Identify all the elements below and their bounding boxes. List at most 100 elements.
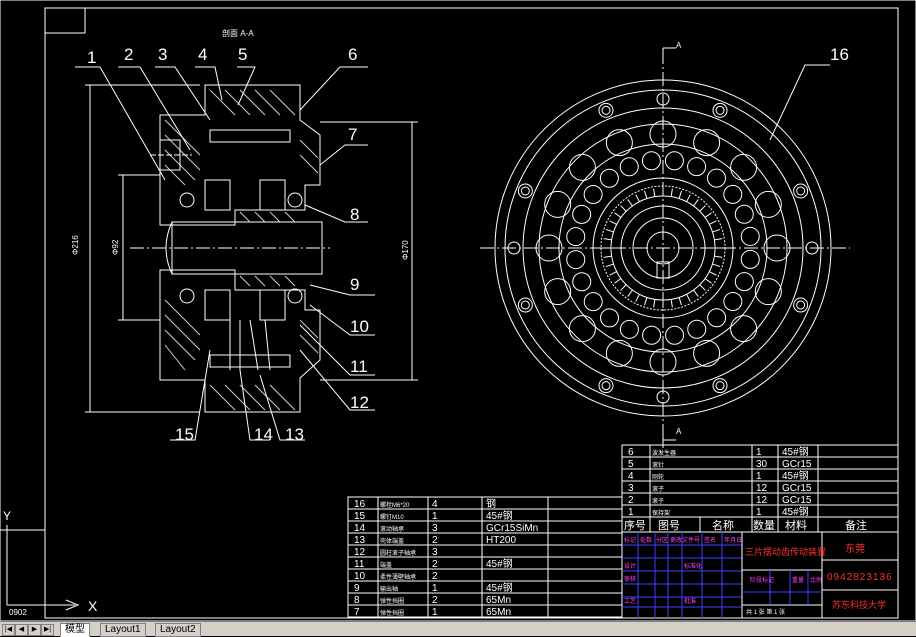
layout-tab-bar: |◀ ◀ ▶ ▶| 模型 Layout1 Layout2	[0, 621, 916, 637]
bom-cell-material: 45#钢	[486, 581, 513, 594]
designer-name: 东莞	[845, 542, 865, 555]
bom-cell-material: 45#钢	[782, 505, 809, 518]
svg-text:工艺: 工艺	[624, 597, 636, 605]
bom-cell-no: 6	[628, 447, 634, 458]
balloon: 12	[350, 393, 369, 412]
bom-cell-material: 钢	[486, 497, 496, 510]
bom-cell-no: 7	[354, 607, 360, 618]
svg-text:处数: 处数	[640, 536, 652, 544]
bom-cell-material: GCr15	[782, 495, 812, 506]
dimension-outer: Φ216	[71, 235, 80, 255]
bom-cell-no: 9	[354, 583, 360, 594]
school-name: 苏东科技大学	[832, 599, 886, 610]
bom-cell-material: GCr15	[782, 459, 812, 470]
balloon: 9	[350, 275, 359, 294]
bom-cell-material: 45#钢	[486, 509, 513, 522]
bom-cell-material: 65Mn	[486, 595, 511, 606]
bom-cell-name: 螺钉M10	[380, 513, 404, 521]
svg-text:阶段标记: 阶段标记	[750, 576, 774, 584]
balloon: 4	[198, 45, 207, 64]
bom-cell-name: 滚针	[652, 461, 664, 469]
bom-cell-no: 11	[354, 559, 365, 570]
bom-cell-qty: 1	[432, 583, 438, 594]
bom-cell-name: 波发生器	[652, 449, 676, 457]
svg-text:标记: 标记	[624, 536, 636, 544]
bom-cell-no: 16	[354, 499, 366, 510]
sheet-number: 共 1 张 第 1 张	[746, 608, 785, 616]
bom-cell-no: 8	[354, 595, 360, 606]
leader-16	[769, 64, 830, 141]
bom-cell-no: 13	[354, 535, 366, 546]
svg-text:审核: 审核	[624, 575, 636, 583]
svg-text:设计: 设计	[624, 562, 636, 570]
bom-cell-qty: 2	[432, 571, 438, 582]
balloon: 1	[87, 48, 96, 67]
balloon: 2	[124, 45, 133, 64]
bom-cell-qty: 12	[756, 483, 768, 494]
last-icon[interactable]: ▶|	[41, 624, 54, 636]
bom-cell-no: 2	[628, 495, 634, 506]
bom-cell-name: 柔性薄壁轴承	[380, 573, 416, 581]
first-icon[interactable]: |◀	[2, 624, 15, 636]
balloon: 10	[350, 317, 369, 336]
bom-cell-material: HT200	[486, 535, 516, 546]
bom-cell-name: 保持架	[652, 509, 670, 517]
bom-cell-material: 45#钢	[782, 469, 809, 482]
bom-cell-qty: 12	[756, 495, 768, 506]
bom-cell-material: 45#钢	[486, 557, 513, 570]
bom-cell-name: 壳体端盖	[380, 537, 404, 545]
bom-cell-material: 45#钢	[782, 445, 809, 458]
bom-cell-name: 滚子	[652, 497, 664, 505]
next-icon[interactable]: ▶	[28, 624, 41, 636]
bom-cell-qty: 4	[432, 499, 438, 510]
bom-cell-no: 1	[628, 507, 634, 518]
ucs-y-label: Y	[3, 509, 11, 523]
bom-cell-qty: 1	[432, 511, 438, 522]
bom-cell-material: GCr15SiMn	[486, 523, 538, 534]
corner-code: 0902	[9, 608, 27, 617]
bom-cell-no: 4	[628, 471, 634, 482]
bom-cell-name: 螺栓M6*20	[380, 501, 410, 509]
svg-text:更改文件号: 更改文件号	[670, 536, 700, 544]
bom-header-drawing: 图号	[658, 519, 680, 532]
cad-drawing: 剖面 A-A Φ216 Φ92 Φ170 1 2 3 4 5 6 7 8 9 1…	[0, 0, 916, 621]
ucs-x-label: X	[88, 598, 98, 614]
part-balloons: 1 2 3 4 5 6 7 8 9 10 11 12 13 14 15	[87, 45, 369, 444]
drawing-title: 三片摆动齿传动装置	[745, 546, 826, 557]
bom-cell-no: 5	[628, 459, 634, 470]
bom-header-material: 材料	[785, 518, 807, 532]
bom-header-name: 名称	[712, 518, 734, 532]
prev-icon[interactable]: ◀	[15, 624, 28, 636]
balloon-16: 16	[830, 45, 849, 64]
bom-cell-no: 15	[354, 511, 366, 522]
dimension-height: Φ170	[401, 240, 410, 260]
bom-cell-qty: 3	[432, 547, 438, 558]
svg-text:批准: 批准	[684, 597, 696, 605]
bom-table-left: 16 螺栓M6*20 4 钢 15 螺钉M10 1 45#钢 14 滚动轴承 3 GCr15SiMn 1…	[347, 496, 623, 618]
drawing-canvas[interactable]: 剖面 A-A Φ216 Φ92 Φ170 1 2 3 4 5 6 7 8 9 1…	[0, 0, 916, 621]
svg-text:比例: 比例	[810, 576, 822, 584]
ucs-icon	[6, 525, 80, 611]
balloon: 11	[350, 357, 368, 376]
bom-cell-qty: 2	[432, 535, 438, 546]
section-label: 剖面 A-A	[222, 28, 254, 38]
outer-border	[0, 0, 916, 621]
balloon: 7	[348, 125, 357, 144]
bom-cell-no: 12	[354, 547, 366, 558]
student-id: 0942823136	[827, 572, 893, 583]
bom-header-note: 备注	[845, 518, 867, 532]
svg-text:标准化: 标准化	[684, 562, 702, 570]
bom-cell-qty: 1	[756, 507, 762, 518]
section-mark-bottom: A	[676, 427, 682, 436]
bom-cell-name: 滚动轴承	[380, 525, 404, 533]
bom-cell-name: 刚轮	[652, 473, 664, 481]
bom-cell-qty: 1	[756, 447, 762, 458]
section-view	[75, 66, 418, 441]
dimension-bore: Φ92	[111, 239, 120, 255]
svg-text:签名: 签名	[704, 536, 716, 544]
bom-cell-name: 端盖	[380, 561, 392, 569]
bom-cell-material: GCr15	[782, 483, 812, 494]
balloon: 13	[285, 425, 304, 444]
balloon: 15	[175, 425, 194, 444]
svg-text:分区: 分区	[656, 536, 668, 544]
